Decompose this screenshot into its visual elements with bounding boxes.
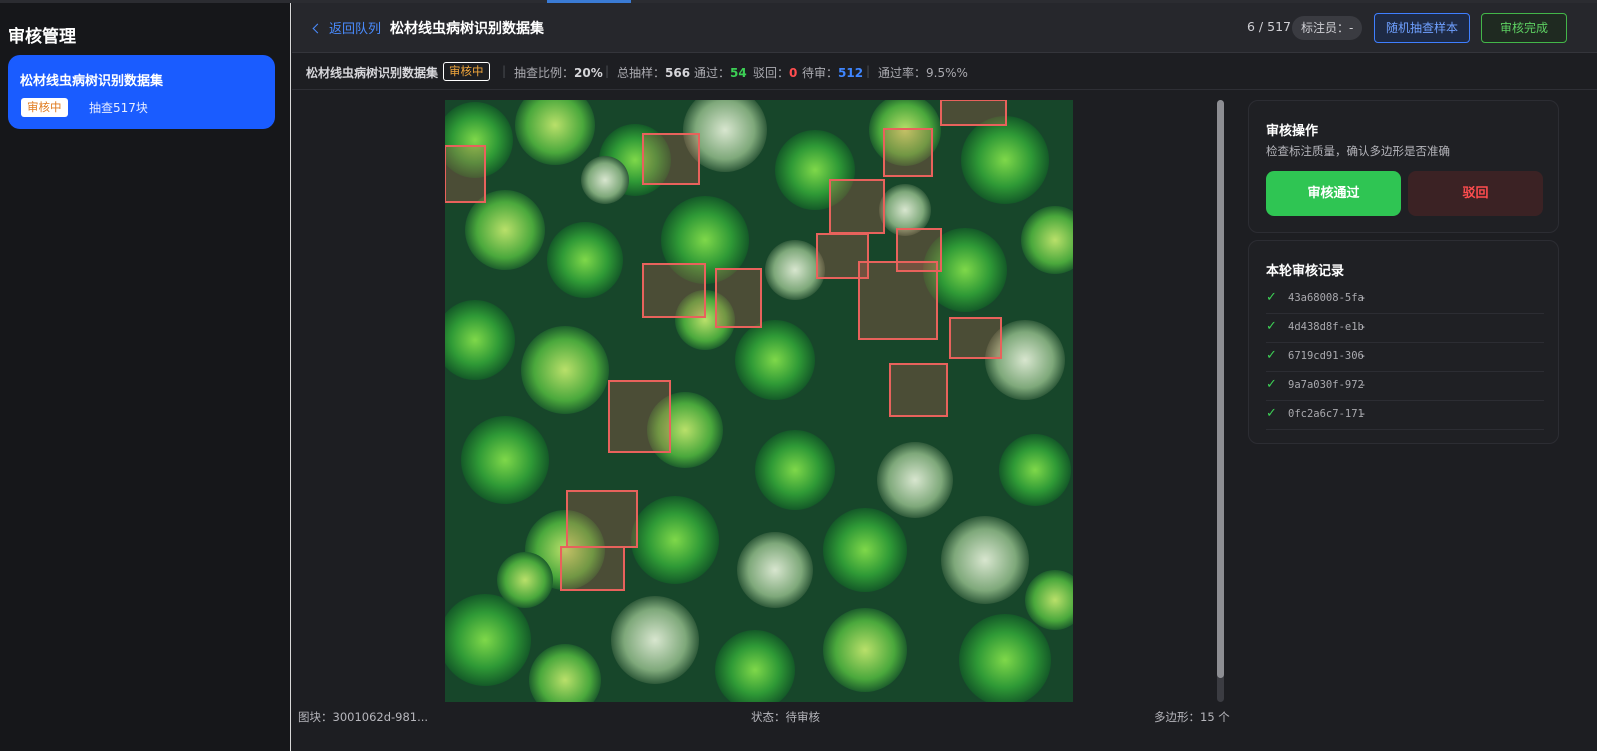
records-list: ✓ 43a68008-5fa - ✓ 4d438d8f-e1b - ✓ 6719cd91-… (1266, 285, 1544, 430)
check-icon: ✓ (1266, 377, 1277, 392)
annotation-box[interactable] (642, 263, 706, 318)
scrollbar-thumb[interactable] (1217, 100, 1224, 678)
panel-subtitle: 检查标注质量，确认多边形是否准确 (1266, 144, 1450, 158)
dataset-card-name: 松材线虫病树识别数据集 (20, 74, 164, 89)
sidebar-title: 审核管理 (8, 27, 76, 47)
stats-pending: 待审：512 (802, 66, 864, 80)
stats-total: 总抽样：566 (617, 66, 691, 80)
annotation-box[interactable] (949, 317, 1002, 359)
annotation-box[interactable] (560, 546, 625, 591)
stats-ratio: 抽查比例：20% (514, 66, 603, 80)
back-label: 返回队列 (329, 22, 382, 37)
image-viewer[interactable] (445, 100, 1073, 702)
panel-title: 审核操作 (1266, 124, 1319, 139)
record-id: 43a68008-5fa (1288, 292, 1364, 304)
stats-bar: 松材线虫病树识别数据集 审核中 | 抽查比例：20% | 总抽样：566 通过：… (292, 54, 1597, 90)
random-sample-button[interactable]: 随机抽查样本 (1374, 13, 1470, 43)
review-actions-panel: 审核操作 检查标注质量，确认多边形是否准确 审核通过 驳回 (1248, 100, 1559, 233)
tile-pager: 6 / 517 (1247, 19, 1291, 34)
aerial-forest-image (445, 100, 1073, 702)
annotation-box[interactable] (566, 490, 638, 548)
record-value: - (1361, 291, 1365, 304)
dataset-sample-count: 抽查517块 (89, 101, 148, 115)
record-id: 6719cd91-306 (1288, 350, 1364, 362)
stats-reject: 驳回：0 (753, 66, 798, 80)
list-item[interactable]: ✓ 0fc2a6c7-171- (1266, 401, 1544, 430)
annotation-box[interactable] (445, 145, 486, 203)
annotation-box[interactable] (858, 261, 938, 340)
annotator-chip: 标注员：- (1292, 16, 1363, 40)
record-value: - (1361, 320, 1365, 333)
review-app: 审核管理 松材线虫病树识别数据集 审核中 抽查517块 返回队列 松材线虫病树识… (0, 0, 1597, 751)
viewer-footer: 图块：3001062d-981... 状态：待审核 多边形：15 个 (292, 707, 1232, 727)
tile-status: 状态：待审核 (751, 710, 820, 724)
stats-dataset-name: 松材线虫病树识别数据集 (306, 66, 439, 80)
list-item[interactable]: ✓ 6719cd91-306- (1266, 343, 1544, 372)
annotation-box[interactable] (608, 380, 671, 453)
record-value: - (1361, 349, 1365, 362)
record-id: 9a7a030f-972 (1288, 379, 1364, 391)
record-value: - (1361, 407, 1365, 420)
record-id: 4d438d8f-e1b (1288, 321, 1364, 333)
annotation-box[interactable] (829, 179, 885, 234)
list-item[interactable]: ✓ 43a68008-5fa - (1266, 285, 1544, 314)
check-icon: ✓ (1266, 348, 1277, 363)
check-icon: ✓ (1266, 290, 1277, 305)
review-complete-button[interactable]: 审核完成 (1481, 13, 1567, 43)
list-item[interactable]: ✓ 4d438d8f-e1b - (1266, 314, 1544, 343)
back-to-queue-link[interactable]: 返回队列 (312, 18, 382, 37)
divider: | (605, 64, 610, 78)
tile-id: 图块：3001062d-981... (298, 710, 429, 724)
list-item[interactable]: ✓ 9a7a030f-972- (1266, 372, 1544, 401)
divider: | (866, 64, 871, 78)
annotation-box[interactable] (715, 268, 762, 328)
stats-status-badge: 审核中 (443, 62, 490, 81)
polygon-count: 多边形：15 个 (1154, 710, 1230, 724)
review-records-panel: 本轮审核记录 ✓ 43a68008-5fa - ✓ 4d438d8f-e1b - ✓ 67… (1248, 240, 1559, 444)
chevron-left-icon (312, 23, 323, 34)
annotation-box[interactable] (940, 100, 1007, 126)
annotation-box[interactable] (889, 363, 948, 417)
record-value: - (1361, 378, 1365, 391)
dataset-card[interactable]: 松材线虫病树识别数据集 审核中 抽查517块 (8, 55, 275, 129)
main-area: 返回队列 松材线虫病树识别数据集 6 / 517 标注员：- 随机抽查样本 审核… (292, 3, 1597, 751)
header-bar: 返回队列 松材线虫病树识别数据集 6 / 517 标注员：- 随机抽查样本 审核… (292, 3, 1597, 53)
record-id: 0fc2a6c7-171 (1288, 408, 1364, 420)
page-title: 松材线虫病树识别数据集 (390, 21, 544, 37)
annotation-box[interactable] (642, 133, 700, 185)
check-icon: ✓ (1266, 319, 1277, 334)
viewer-scrollbar[interactable] (1217, 100, 1224, 702)
dataset-status-badge: 审核中 (21, 98, 68, 117)
approve-button[interactable]: 审核通过 (1266, 171, 1401, 216)
annotation-box[interactable] (883, 128, 933, 177)
panel-title: 本轮审核记录 (1266, 264, 1345, 279)
divider: | (502, 64, 507, 78)
reject-button[interactable]: 驳回 (1408, 171, 1543, 216)
stats-pass: 通过：54 (694, 66, 747, 80)
check-icon: ✓ (1266, 406, 1277, 421)
sidebar: 审核管理 松材线虫病树识别数据集 审核中 抽查517块 (0, 3, 291, 751)
stats-pass-rate: 通过率：9.5%% (878, 66, 968, 80)
